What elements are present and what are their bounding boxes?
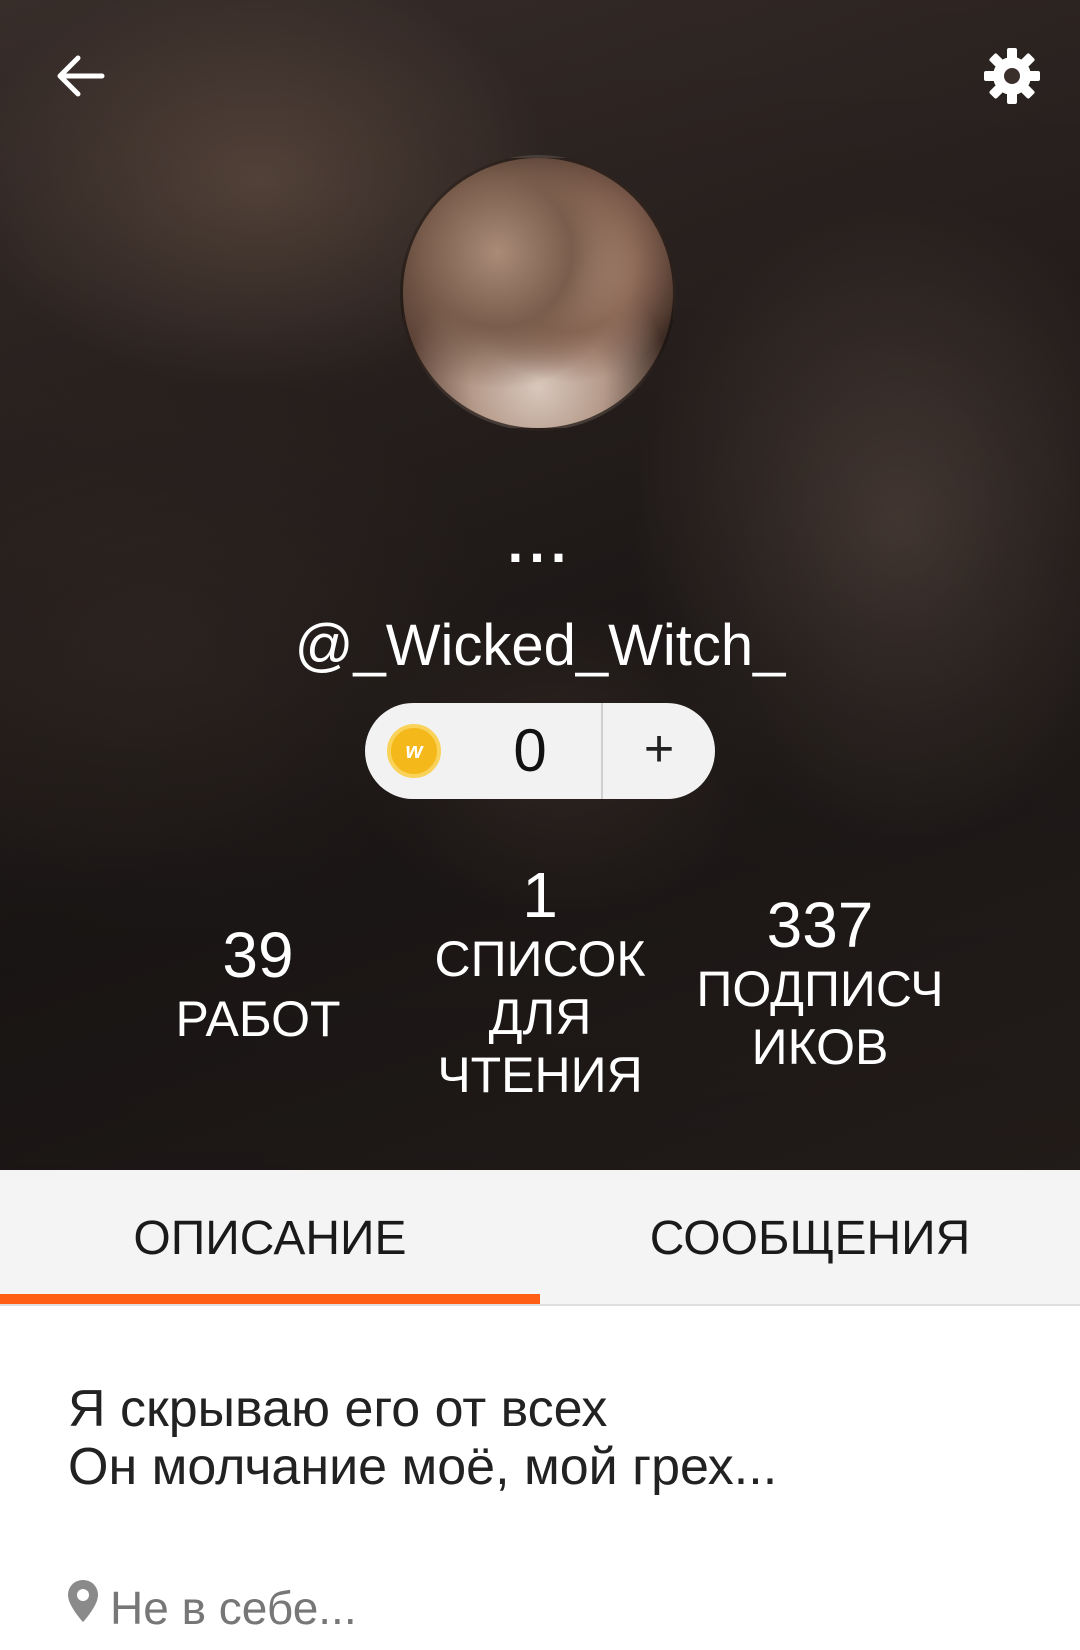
reading-lists-count: 1 [522, 859, 558, 931]
stat-reading-lists[interactable]: 1 СПИСОК ДЛЯ ЧТЕНИЯ [420, 860, 660, 1104]
tab-messages[interactable]: СООБЩЕНИЯ [540, 1170, 1080, 1306]
coin-count: 0 [513, 717, 547, 784]
arrow-left-icon [57, 55, 105, 97]
followers-label-line: ИКОВ [751, 1019, 889, 1075]
location-pin-icon [68, 1580, 98, 1622]
location: Не в себе... [66, 1578, 357, 1650]
coins-widget: w 0 + [365, 703, 715, 799]
about-text: Я скрываю его от всех Он молчание моё, м… [68, 1380, 1028, 1496]
works-label: РАБОТ [175, 991, 341, 1047]
profile-tabs: ОПИСАНИЕ СООБЩЕНИЯ [0, 1170, 1080, 1306]
tab-description[interactable]: ОПИСАНИЕ [0, 1170, 540, 1306]
gear-icon [984, 48, 1040, 104]
stat-followers[interactable]: 337 ПОДПИСЧ ИКОВ [680, 890, 960, 1076]
settings-button[interactable] [972, 40, 1052, 112]
profile-header: ... @_Wicked_Witch_ w 0 + 39 РАБОТ 1 СПИ… [0, 0, 1080, 1170]
works-count: 39 [222, 919, 294, 991]
about-line: Я скрываю его от всех [68, 1380, 608, 1438]
followers-label-line: ПОДПИСЧ [696, 961, 944, 1017]
about-line: Он молчание моё, мой грех... [68, 1438, 778, 1496]
reading-lists-label-line: ДЛЯ [488, 989, 592, 1045]
add-coins-button[interactable]: + [603, 703, 715, 799]
wattpad-coin-icon: w [387, 724, 441, 778]
avatar[interactable] [400, 155, 676, 431]
active-tab-indicator [0, 1294, 540, 1304]
username: @_Wicked_Witch_ [294, 613, 786, 678]
reading-lists-label-line: ЧТЕНИЯ [437, 1047, 643, 1103]
location-text: Не в себе... [110, 1582, 357, 1634]
display-name: ... [507, 511, 573, 574]
followers-count: 337 [766, 889, 874, 961]
reading-lists-label-line: СПИСОК [434, 931, 646, 987]
stat-works[interactable]: 39 РАБОТ [158, 920, 358, 1048]
back-button[interactable] [44, 40, 116, 112]
